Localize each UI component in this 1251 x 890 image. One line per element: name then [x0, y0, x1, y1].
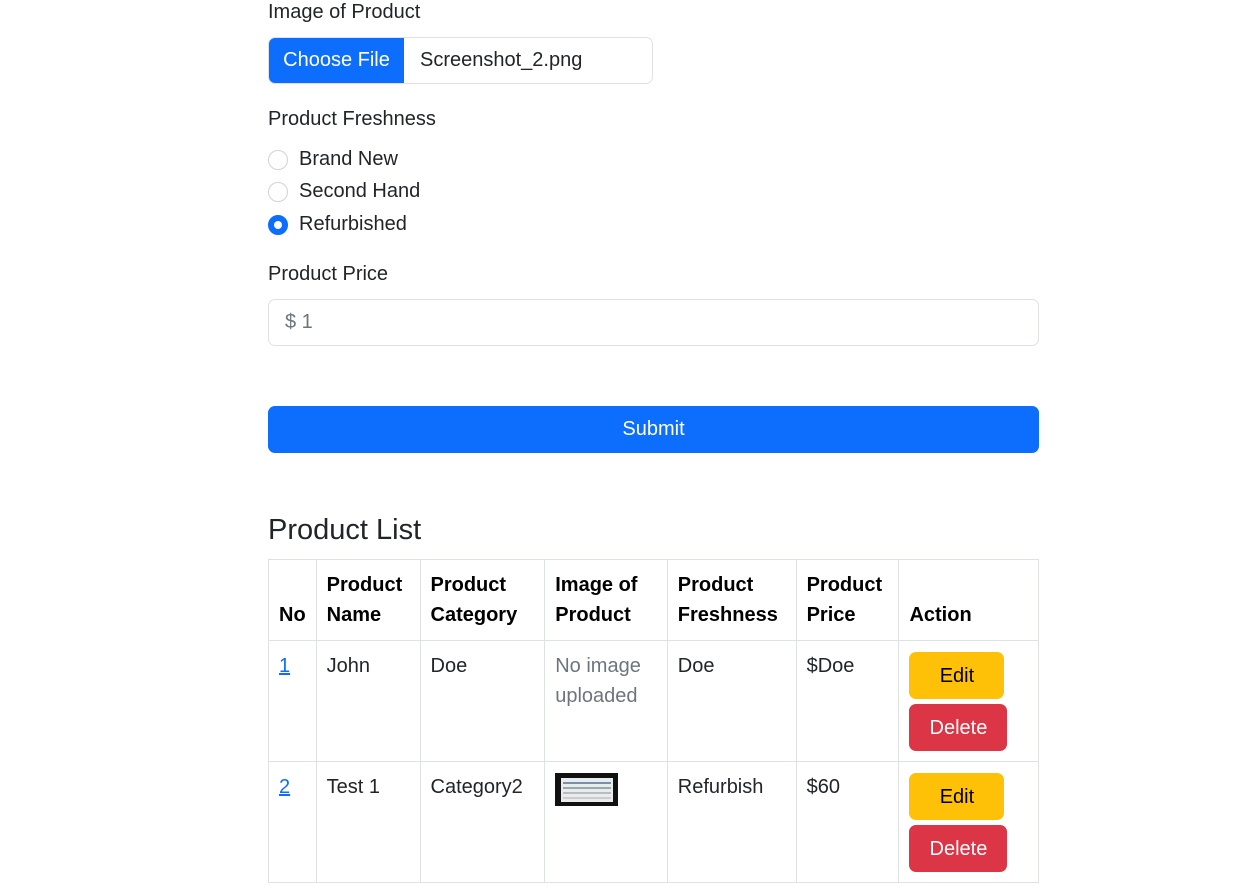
file-name: Screenshot_2.png [420, 49, 583, 71]
column-header-freshness: Product Freshness [666, 559, 797, 641]
cell-freshness: Doe [666, 640, 797, 762]
submit-button[interactable]: Submit [268, 406, 1039, 453]
cell-price: $60 [795, 761, 900, 883]
file-input[interactable]: Choose File Screenshot_2.png [268, 37, 653, 84]
cell-action: Edit Delete [898, 761, 1039, 883]
edit-button[interactable]: Edit [909, 773, 1005, 820]
column-header-price: Product Price [795, 559, 900, 641]
radio-second-hand[interactable]: Second Hand [268, 180, 420, 203]
product-table: No Product Name Product Category Image o… [268, 559, 1039, 883]
delete-button[interactable]: Delete [909, 704, 1008, 751]
radio-button[interactable] [268, 181, 288, 202]
edit-button[interactable]: Edit [909, 652, 1005, 699]
cell-name: John [315, 640, 421, 762]
row-number-link[interactable]: 1 [279, 655, 290, 677]
table-row: 1 John Doe No image uploaded Doe $Doe Ed… [268, 640, 1039, 762]
table-row: 2 Test 1 Category2 Refurbish $60 Edit De… [268, 761, 1039, 883]
cell-price: $Doe [795, 640, 900, 762]
radio-button[interactable] [268, 149, 288, 170]
cell-no: 2 [268, 761, 317, 883]
column-header-category: Product Category [419, 559, 546, 641]
row-number-link[interactable]: 2 [279, 776, 290, 798]
product-thumbnail [555, 773, 619, 806]
cell-freshness: Refurbish [666, 761, 797, 883]
cell-name: Test 1 [315, 761, 421, 883]
price-label: Product Price [268, 263, 389, 285]
cell-image: No image uploaded [544, 640, 668, 762]
radio-label: Brand New [299, 148, 398, 170]
cell-image [544, 761, 668, 883]
column-header-action: Action [898, 559, 1039, 641]
column-header-name: Product Name [315, 559, 421, 641]
cell-category: Doe [419, 640, 546, 762]
column-header-image: Image of Product [544, 559, 668, 641]
cell-category: Category2 [419, 761, 546, 883]
choose-file-button[interactable]: Choose File [269, 38, 404, 83]
delete-button[interactable]: Delete [909, 825, 1008, 872]
table-header-row: No Product Name Product Category Image o… [268, 559, 1039, 641]
freshness-label: Product Freshness [268, 108, 436, 130]
radio-refurbished[interactable]: Refurbished [268, 213, 407, 236]
radio-brand-new[interactable]: Brand New [268, 148, 398, 171]
cell-action: Edit Delete [898, 640, 1039, 762]
radio-button-checked[interactable] [268, 214, 288, 235]
product-list-title: Product List [268, 514, 422, 546]
column-header-no: No [268, 559, 317, 641]
radio-label: Refurbished [299, 213, 407, 235]
cell-no: 1 [268, 640, 317, 762]
price-input[interactable]: $ 1 [268, 299, 1039, 346]
radio-label: Second Hand [299, 180, 421, 202]
image-label: Image of Product [268, 1, 421, 23]
